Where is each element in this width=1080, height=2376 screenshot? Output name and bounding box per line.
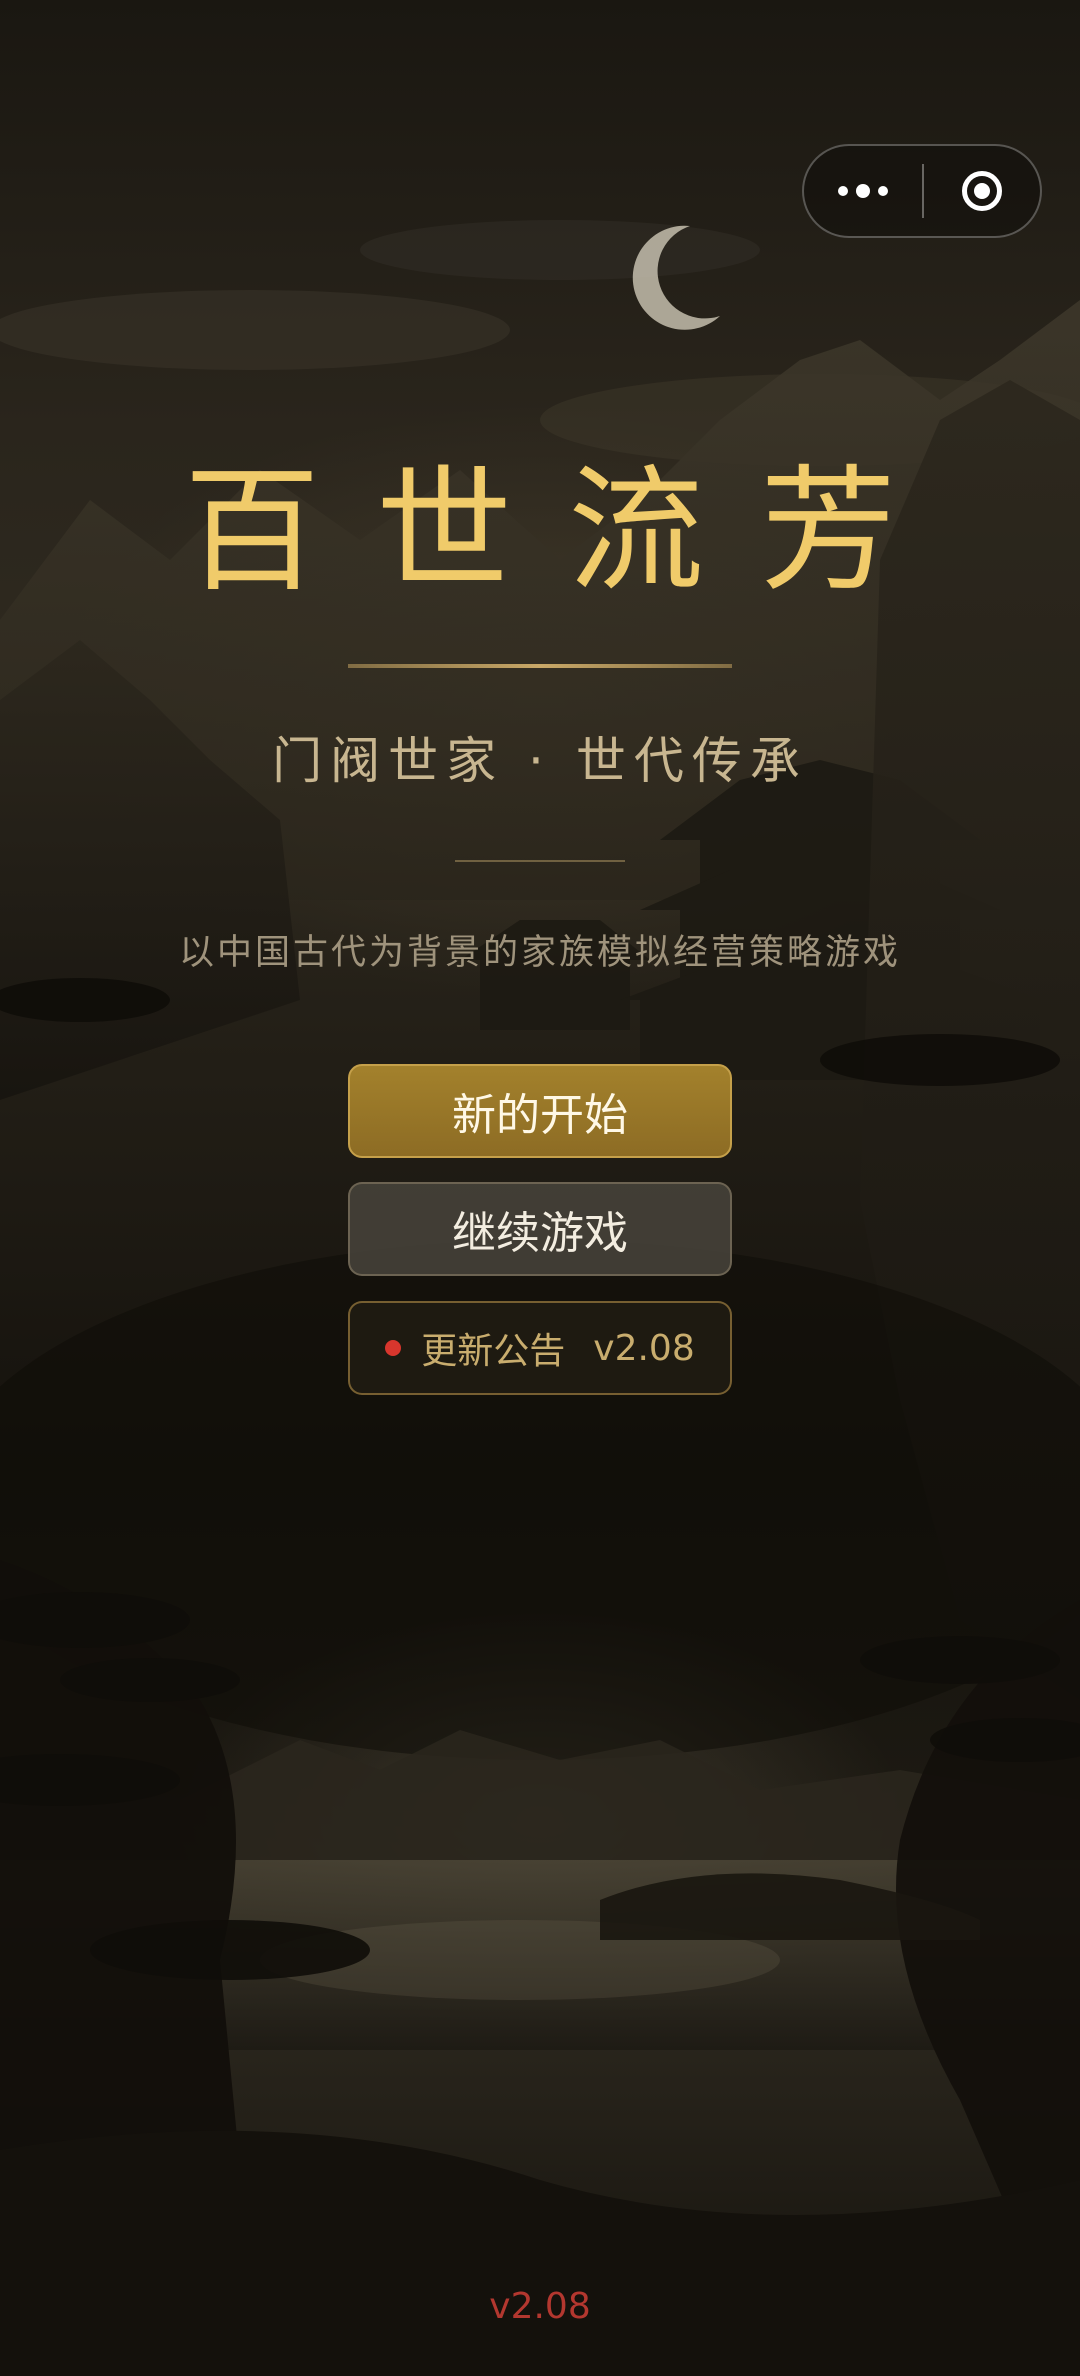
dot bbox=[856, 184, 870, 198]
target-close-icon[interactable] bbox=[924, 146, 1040, 236]
continue-game-button[interactable]: 继续游戏 bbox=[348, 1182, 732, 1276]
update-notice-button[interactable]: 更新公告 v2.08 bbox=[348, 1301, 732, 1395]
notice-version: v2.08 bbox=[593, 1327, 695, 1369]
new-game-button[interactable]: 新的开始 bbox=[348, 1064, 732, 1158]
game-title: 百世流芳 bbox=[184, 453, 952, 611]
notice-label: 更新公告 bbox=[421, 1331, 566, 1372]
more-dots-icon[interactable] bbox=[804, 146, 922, 236]
subtitle-divider bbox=[455, 860, 625, 862]
miniprogram-capsule bbox=[802, 144, 1042, 238]
dot bbox=[878, 186, 888, 196]
game-description: 以中国古代为背景的家族模拟经营策略游戏 bbox=[178, 933, 901, 973]
dot bbox=[838, 186, 848, 196]
launch-screen: 百世流芳 门阀世家 · 世代传承 以中国古代为背景的家族模拟经营策略游戏 新的开… bbox=[0, 0, 1080, 2376]
title-divider bbox=[348, 664, 732, 668]
game-subtitle: 门阀世家 · 世代传承 bbox=[272, 732, 808, 790]
notice-dot-icon bbox=[385, 1340, 402, 1356]
footer-version: v2.08 bbox=[489, 2286, 591, 2327]
close-ring bbox=[962, 171, 1002, 211]
